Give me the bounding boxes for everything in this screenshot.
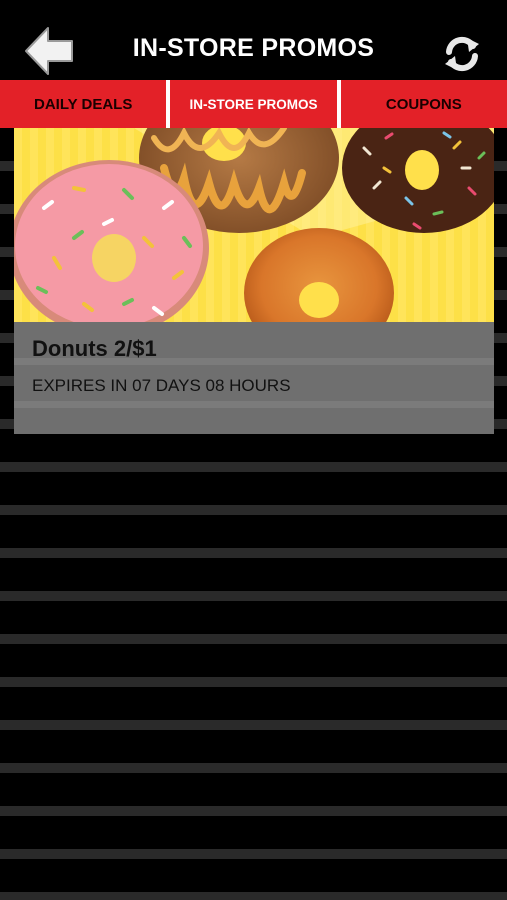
promo-image	[14, 128, 494, 322]
app-header: IN-STORE PROMOS	[0, 0, 507, 80]
refresh-icon	[445, 36, 479, 72]
tab-daily-deals[interactable]: DAILY DEALS	[0, 80, 167, 128]
promo-expiry: EXPIRES IN 07 DAYS 08 HOURS	[32, 376, 291, 395]
promo-card[interactable]: Donuts 2/$1 EXPIRES IN 07 DAYS 08 HOURS	[14, 128, 494, 434]
page-title: IN-STORE PROMOS	[132, 34, 375, 62]
promo-details: Donuts 2/$1 EXPIRES IN 07 DAYS 08 HOURS	[14, 322, 494, 434]
tab-bar: DAILY DEALS IN-STORE PROMOS COUPONS	[0, 80, 507, 128]
refresh-button[interactable]	[441, 34, 483, 74]
tab-coupons[interactable]: COUPONS	[340, 80, 507, 128]
donuts-illustration	[14, 128, 494, 322]
promo-title: Donuts 2/$1	[32, 336, 157, 361]
tab-in-store-promos[interactable]: IN-STORE PROMOS	[170, 80, 337, 128]
